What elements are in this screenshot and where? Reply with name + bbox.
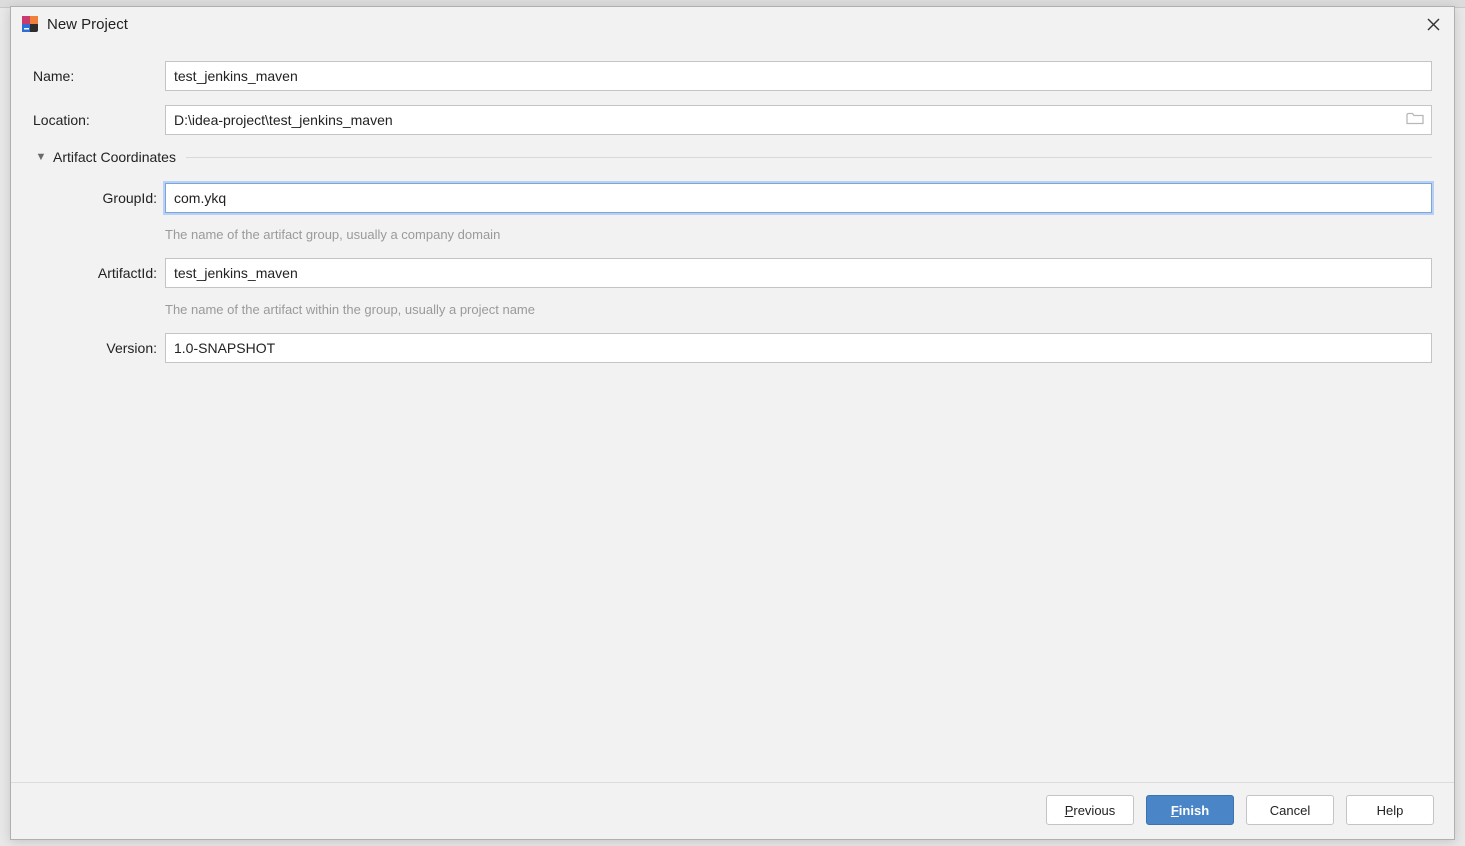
name-input[interactable] (165, 61, 1432, 91)
artifact-coordinates-toggle[interactable]: ▼ Artifact Coordinates (33, 149, 1432, 165)
new-project-dialog: New Project Name: Location: (10, 6, 1455, 840)
intellij-icon (21, 15, 39, 33)
help-button[interactable]: Help (1346, 795, 1434, 825)
finish-button[interactable]: Finish (1146, 795, 1234, 825)
groupid-hint: The name of the artifact group, usually … (165, 227, 1432, 242)
location-row: Location: (33, 105, 1432, 135)
location-label: Location: (33, 112, 165, 128)
section-title: Artifact Coordinates (53, 149, 176, 165)
version-label: Version: (33, 340, 165, 356)
artifactid-label: ArtifactId: (33, 265, 165, 281)
dialog-content: Name: Location: ▼ Artifact Coordinates (11, 39, 1454, 782)
browse-folder-icon[interactable] (1406, 112, 1424, 129)
artifactid-row: ArtifactId: (33, 258, 1432, 288)
groupid-row: GroupId: (33, 183, 1432, 213)
title-bar: New Project (11, 7, 1454, 39)
artifactid-hint: The name of the artifact within the grou… (165, 302, 1432, 317)
groupid-label: GroupId: (33, 190, 165, 206)
version-row: Version: (33, 333, 1432, 363)
dialog-footer: Previous Finish Cancel Help (11, 782, 1454, 839)
cancel-button[interactable]: Cancel (1246, 795, 1334, 825)
artifactid-input[interactable] (165, 258, 1432, 288)
artifact-coordinates-section: ▼ Artifact Coordinates GroupId: The name… (33, 149, 1432, 363)
name-row: Name: (33, 61, 1432, 91)
location-input[interactable] (165, 105, 1432, 135)
section-body: GroupId: The name of the artifact group,… (33, 183, 1432, 363)
divider (186, 157, 1432, 158)
dialog-title: New Project (47, 16, 128, 33)
version-input[interactable] (165, 333, 1432, 363)
chevron-down-icon: ▼ (33, 151, 49, 163)
previous-button[interactable]: Previous (1046, 795, 1134, 825)
groupid-input[interactable] (165, 183, 1432, 213)
name-label: Name: (33, 68, 165, 84)
close-icon[interactable] (1422, 13, 1444, 35)
